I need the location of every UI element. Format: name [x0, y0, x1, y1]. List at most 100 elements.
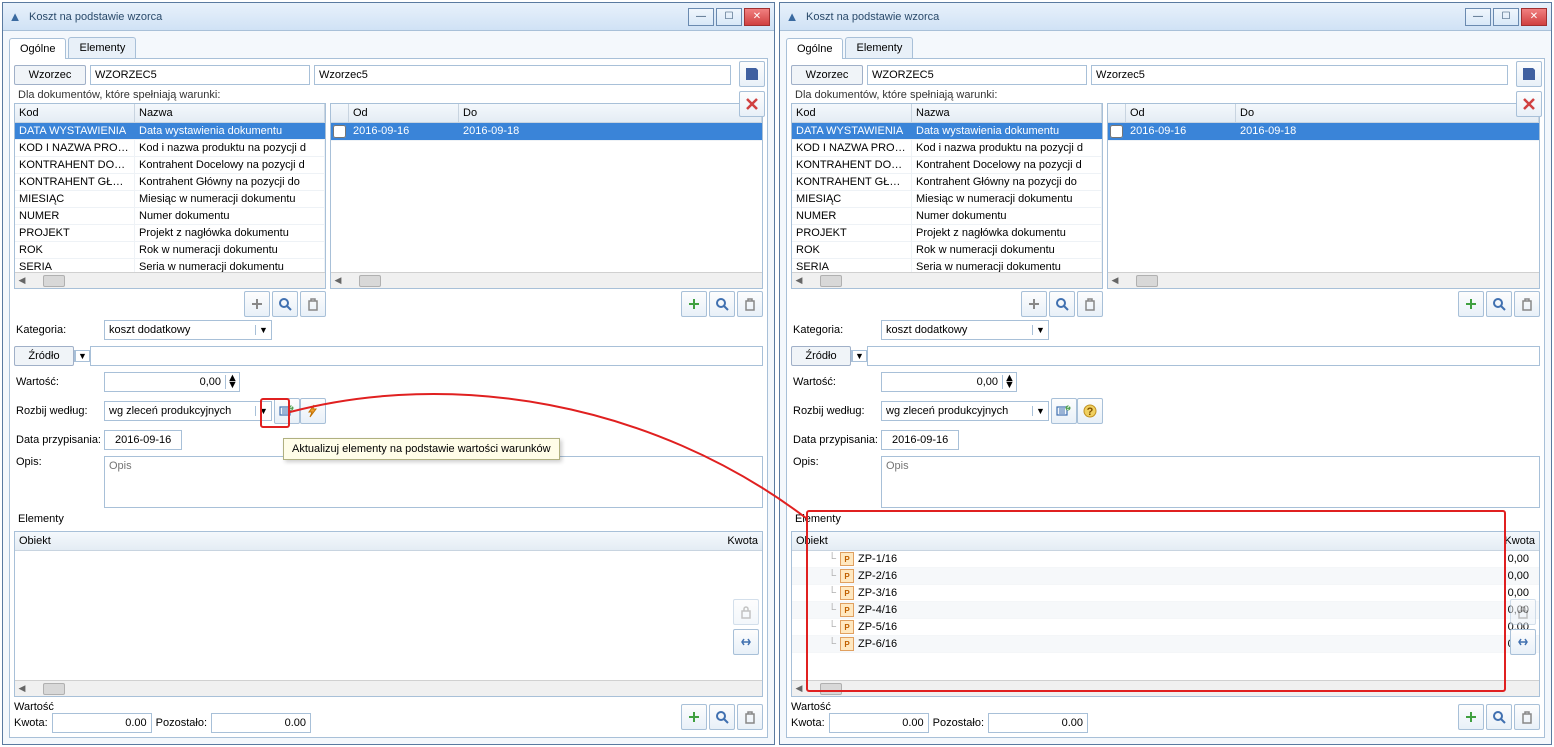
search-icon[interactable] — [1049, 291, 1075, 317]
resize-icon[interactable] — [733, 629, 759, 655]
trash-icon[interactable] — [1514, 704, 1540, 730]
update-elements-button[interactable]: ? — [1051, 398, 1077, 424]
element-row[interactable]: └PZP-6/160,00 — [792, 636, 1539, 653]
condition-row[interactable]: KONTRAHENT DOCELOWKontrahent Docelowy na… — [15, 157, 325, 174]
element-row[interactable]: └PZP-5/160,00 — [792, 619, 1539, 636]
zrodlo-button[interactable]: Źródło — [791, 346, 851, 366]
condition-row[interactable]: PROJEKTProjekt z nagłówka dokumentu — [792, 225, 1102, 242]
condition-row[interactable]: SERIASeria w numeracji dokumentu — [15, 259, 325, 272]
search-icon[interactable] — [709, 704, 735, 730]
col-nazwa[interactable]: Nazwa — [912, 104, 1102, 122]
col-do[interactable]: Do — [459, 104, 762, 122]
element-row[interactable]: └PZP-3/160,00 — [792, 585, 1539, 602]
trash-icon[interactable] — [1514, 291, 1540, 317]
wzorzec-name-input[interactable] — [1091, 65, 1508, 85]
trash-icon[interactable] — [737, 704, 763, 730]
condition-row[interactable]: PROJEKTProjekt z nagłówka dokumentu — [15, 225, 325, 242]
tab-ogolne[interactable]: Ogólne — [786, 38, 843, 59]
maximize-button[interactable]: ☐ — [716, 8, 742, 26]
col-kod[interactable]: Kod — [792, 104, 912, 122]
scrollbar[interactable]: ◀ — [15, 272, 325, 288]
kategoria-combo[interactable]: ▼ — [881, 320, 1049, 340]
delete-icon[interactable] — [1516, 91, 1542, 117]
bottom-pozostalo-input[interactable] — [988, 713, 1088, 733]
scrollbar[interactable]: ◀ — [792, 272, 1102, 288]
chevron-down-icon[interactable]: ▼ — [852, 351, 866, 361]
maximize-button[interactable]: ☐ — [1493, 8, 1519, 26]
wzorzec-name-input[interactable] — [314, 65, 731, 85]
zrodlo-input[interactable] — [867, 346, 1540, 366]
tab-elementy[interactable]: Elementy — [68, 37, 136, 58]
opis-textarea[interactable] — [881, 456, 1540, 508]
date-range-row[interactable]: 2016-09-16 2016-09-18 — [331, 123, 762, 141]
chevron-down-icon[interactable]: ▼ — [1032, 406, 1048, 416]
save-icon[interactable] — [1516, 61, 1542, 87]
bottom-kwota-input[interactable] — [829, 713, 929, 733]
chevron-down-icon[interactable]: ▼ — [255, 406, 271, 416]
condition-row[interactable]: NUMERNumer dokumentu — [15, 208, 325, 225]
condition-row[interactable]: MIESIĄCMiesiąc w numeracji dokumentu — [792, 191, 1102, 208]
condition-row[interactable]: KONTRAHENT DOCELOWKontrahent Docelowy na… — [792, 157, 1102, 174]
data-input[interactable]: 2016-09-16 — [881, 430, 959, 450]
element-row[interactable]: └PZP-1/160,00 — [792, 551, 1539, 568]
col-nazwa[interactable]: Nazwa — [135, 104, 325, 122]
lightning-icon[interactable] — [300, 398, 326, 424]
wzorzec-code-input[interactable] — [90, 65, 310, 85]
minimize-button[interactable]: — — [688, 8, 714, 26]
bottom-kwota-input[interactable] — [52, 713, 152, 733]
scrollbar[interactable]: ◀ — [15, 680, 762, 696]
search-icon[interactable] — [272, 291, 298, 317]
chevron-down-icon[interactable]: ▼ — [1032, 325, 1048, 335]
row-checkbox[interactable] — [333, 125, 346, 138]
data-input[interactable]: 2016-09-16 — [104, 430, 182, 450]
delete-icon[interactable] — [739, 91, 765, 117]
scrollbar[interactable]: ◀ — [1108, 272, 1539, 288]
condition-row[interactable]: DATA WYSTAWIENIAData wystawienia dokumen… — [792, 123, 1102, 140]
condition-row[interactable]: KOD I NAZWA PRODUKTKod i nazwa produktu … — [15, 140, 325, 157]
col-od[interactable]: Od — [349, 104, 459, 122]
condition-row[interactable]: SERIASeria w numeracji dokumentu — [792, 259, 1102, 272]
condition-row[interactable]: KONTRAHENT GŁÓWNYKontrahent Główny na po… — [15, 174, 325, 191]
bottom-pozostalo-input[interactable] — [211, 713, 311, 733]
add-icon[interactable] — [1021, 291, 1047, 317]
rozbij-combo[interactable]: ▼ — [104, 401, 272, 421]
condition-row[interactable]: KONTRAHENT GŁÓWNYKontrahent Główny na po… — [792, 174, 1102, 191]
col-obiekt[interactable]: Obiekt — [15, 532, 692, 550]
scrollbar[interactable]: ◀ — [331, 272, 762, 288]
lock-icon[interactable] — [733, 599, 759, 625]
trash-icon[interactable] — [1077, 291, 1103, 317]
zrodlo-button[interactable]: Źródło — [14, 346, 74, 366]
lock-icon[interactable] — [1510, 599, 1536, 625]
col-kwota[interactable]: Kwota — [1469, 532, 1539, 550]
close-button[interactable]: ✕ — [744, 8, 770, 26]
rozbij-combo[interactable]: ▼ — [881, 401, 1049, 421]
opis-textarea[interactable] — [104, 456, 763, 508]
close-button[interactable]: ✕ — [1521, 8, 1547, 26]
col-od[interactable]: Od — [1126, 104, 1236, 122]
trash-icon[interactable] — [737, 291, 763, 317]
condition-row[interactable]: MIESIĄCMiesiąc w numeracji dokumentu — [15, 191, 325, 208]
element-row[interactable]: └PZP-2/160,00 — [792, 568, 1539, 585]
col-do[interactable]: Do — [1236, 104, 1539, 122]
search-icon[interactable] — [1486, 704, 1512, 730]
titlebar[interactable]: ▲ Koszt na podstawie wzorca — ☐ ✕ — [780, 3, 1551, 31]
row-checkbox[interactable] — [1110, 125, 1123, 138]
col-kwota[interactable]: Kwota — [692, 532, 762, 550]
help-icon[interactable]: ? — [1077, 398, 1103, 424]
date-range-row[interactable]: 2016-09-16 2016-09-18 — [1108, 123, 1539, 141]
save-icon[interactable] — [739, 61, 765, 87]
add-icon[interactable] — [1458, 704, 1484, 730]
condition-row[interactable]: ROKRok w numeracji dokumentu — [792, 242, 1102, 259]
condition-row[interactable]: KOD I NAZWA PRODUKTKod i nazwa produktu … — [792, 140, 1102, 157]
add-icon[interactable] — [244, 291, 270, 317]
search-icon[interactable] — [709, 291, 735, 317]
col-check[interactable] — [331, 104, 349, 122]
search-icon[interactable] — [1486, 291, 1512, 317]
add-icon[interactable] — [1458, 291, 1484, 317]
tab-ogolne[interactable]: Ogólne — [9, 38, 66, 59]
trash-icon[interactable] — [300, 291, 326, 317]
element-row[interactable]: └PZP-4/160,00 — [792, 602, 1539, 619]
wartosc-input[interactable]: ▲▼ — [881, 372, 1017, 392]
col-kod[interactable]: Kod — [15, 104, 135, 122]
condition-row[interactable]: NUMERNumer dokumentu — [792, 208, 1102, 225]
